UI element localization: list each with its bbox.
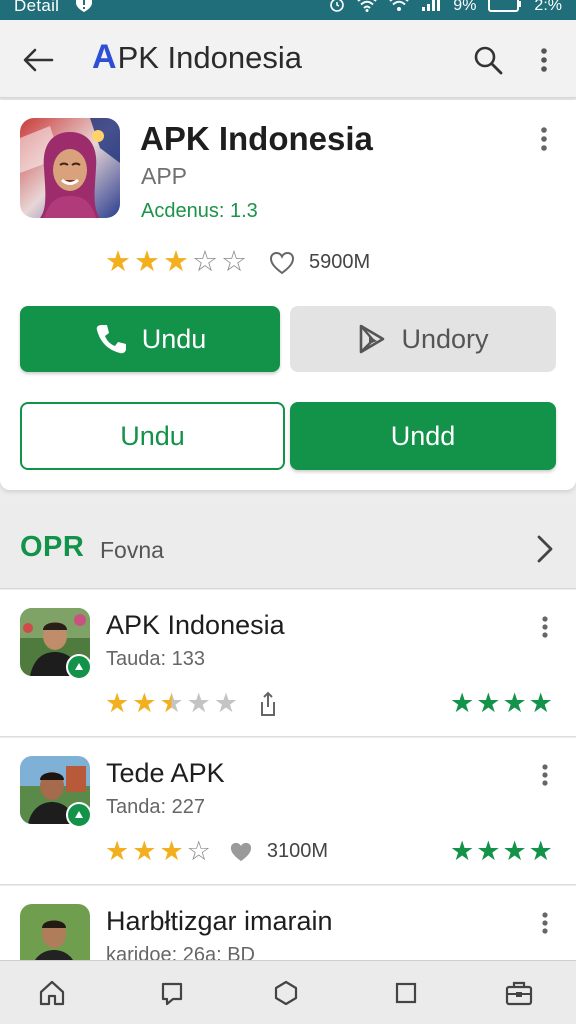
status-bar: Detail 9% 2:%	[0, 0, 576, 20]
wifi-icon-2	[389, 0, 409, 17]
green-star-icon: ★	[476, 688, 501, 718]
play-store-icon	[357, 323, 387, 355]
app-bar-title: A PK Indonesia	[92, 38, 302, 77]
app-rating-stars: ★ ★ ★ ☆ ☆	[105, 248, 247, 277]
install-button[interactable]: Undd	[290, 402, 556, 470]
list-item-title: APK Indonesia	[106, 610, 285, 640]
green-star-icon: ★	[476, 836, 501, 866]
share-icon[interactable]	[256, 691, 280, 717]
list-item-title: Harbłtizgar imarain	[106, 906, 333, 936]
star-icon: ★	[105, 688, 130, 718]
green-star-icon: ★	[502, 836, 527, 866]
list-item[interactable]: Harbłtizgar imarain karidoe: 26a: BD	[0, 886, 576, 960]
star-icon: ★	[132, 836, 157, 866]
phone-icon	[94, 322, 128, 356]
section-subheading: Fovna	[100, 537, 164, 563]
app-detail-card: APK Indonesia APP Acdenus: 1.3 ★ ★ ★ ☆ ☆ 590…	[0, 100, 576, 490]
primary-download-button[interactable]: Undu	[20, 306, 280, 372]
list-item-subtitle: karidoe: 26a: BD	[106, 944, 255, 960]
primary-button-label: Undu	[141, 323, 207, 354]
star-icon: ★	[163, 246, 189, 278]
star-icon: ☆	[186, 836, 211, 866]
circle-icon[interactable]	[270, 977, 302, 1009]
star-icon: ★	[105, 836, 130, 866]
download-count: 5900M	[309, 251, 371, 273]
install-button-label: Undd	[390, 420, 456, 451]
app-bar: A PK Indonesia	[0, 20, 576, 98]
section-header[interactable]: OPR Fovna	[0, 505, 576, 589]
signal-icon	[421, 0, 441, 17]
star-icon: ★	[159, 688, 184, 718]
star-icon: ★	[105, 246, 131, 278]
download-count: 3100M	[266, 840, 329, 862]
more-vert-icon[interactable]	[532, 908, 558, 938]
wifi-icon	[357, 0, 377, 17]
badge-icon	[66, 654, 92, 680]
list-item-title: Tede APK	[106, 758, 225, 788]
app-type: APP	[141, 163, 188, 189]
square-icon[interactable]	[156, 977, 188, 1009]
app-version: Acdenus: 1.3	[141, 200, 258, 222]
more-vert-icon[interactable]	[528, 42, 560, 78]
logo-letter: A	[92, 38, 117, 76]
home-icon[interactable]	[36, 977, 68, 1009]
star-icon: ★	[186, 688, 211, 718]
badge-icon	[66, 802, 92, 828]
section-heading: OPR	[20, 531, 85, 563]
alarm-icon	[329, 0, 345, 17]
rating-stars: ★ ★ ★ ☆	[105, 838, 211, 865]
battery-icon	[488, 0, 522, 17]
recent-apps-icon[interactable]	[390, 977, 422, 1009]
outline-button-label: Undu	[120, 420, 185, 451]
secondary-button-label: Undory	[401, 323, 489, 354]
green-star-icon: ★	[528, 688, 553, 718]
rating-stars: ★ ★ ★ ★ ★	[105, 690, 238, 717]
navigation-bar	[0, 960, 576, 1024]
star-icon: ☆	[221, 246, 247, 278]
chevron-right-icon[interactable]	[530, 531, 558, 567]
heart-icon[interactable]	[229, 841, 253, 863]
app-bar-title-text: PK Indonesia	[117, 40, 302, 75]
green-rating-stars: ★ ★ ★ ★	[450, 838, 553, 865]
status-time: 2:%	[534, 0, 562, 14]
more-vert-icon[interactable]	[532, 612, 558, 642]
app-icon[interactable]	[20, 118, 120, 218]
avatar	[20, 904, 90, 960]
heart-icon[interactable]	[269, 251, 295, 275]
list-item[interactable]: APK Indonesia Tauda: 133 ★ ★ ★ ★ ★ ★ ★ ★ ★	[0, 590, 576, 737]
list-item[interactable]: Tede APK Tanda: 227 ★ ★ ★ ☆ 3100M ★ ★ ★ ★	[0, 738, 576, 885]
green-star-icon: ★	[450, 688, 475, 718]
outline-button[interactable]: Undu	[20, 402, 285, 470]
list-item-rating: ★ ★ ★ ★ ★	[105, 690, 280, 717]
list-item-subtitle: Tauda: 133	[106, 648, 205, 670]
green-rating-stars: ★ ★ ★ ★	[450, 690, 553, 717]
green-star-icon: ★	[450, 836, 475, 866]
toolbox-icon[interactable]	[503, 977, 535, 1009]
battery-label: 9%	[453, 0, 477, 14]
star-icon: ★	[134, 246, 160, 278]
more-vert-icon[interactable]	[532, 760, 558, 790]
back-arrow-icon[interactable]	[18, 40, 58, 80]
list-item-rating: ★ ★ ★ ☆ 3100M	[105, 838, 328, 865]
secondary-button[interactable]: Undory	[290, 306, 556, 372]
more-vert-icon[interactable]	[530, 124, 558, 154]
star-icon: ☆	[192, 246, 218, 278]
star-icon: ★	[132, 688, 157, 718]
green-star-icon: ★	[502, 688, 527, 718]
star-icon: ★	[159, 836, 184, 866]
app-rating-row: ★ ★ ★ ☆ ☆ 5900M	[105, 248, 370, 277]
status-bar-title: Detail	[14, 0, 60, 15]
search-icon[interactable]	[470, 42, 506, 78]
green-star-icon: ★	[528, 836, 553, 866]
star-icon: ★	[213, 688, 239, 718]
list-item-subtitle: Tanda: 227	[106, 796, 205, 818]
app-title: APK Indonesia	[140, 120, 373, 157]
shield-icon	[75, 0, 93, 18]
